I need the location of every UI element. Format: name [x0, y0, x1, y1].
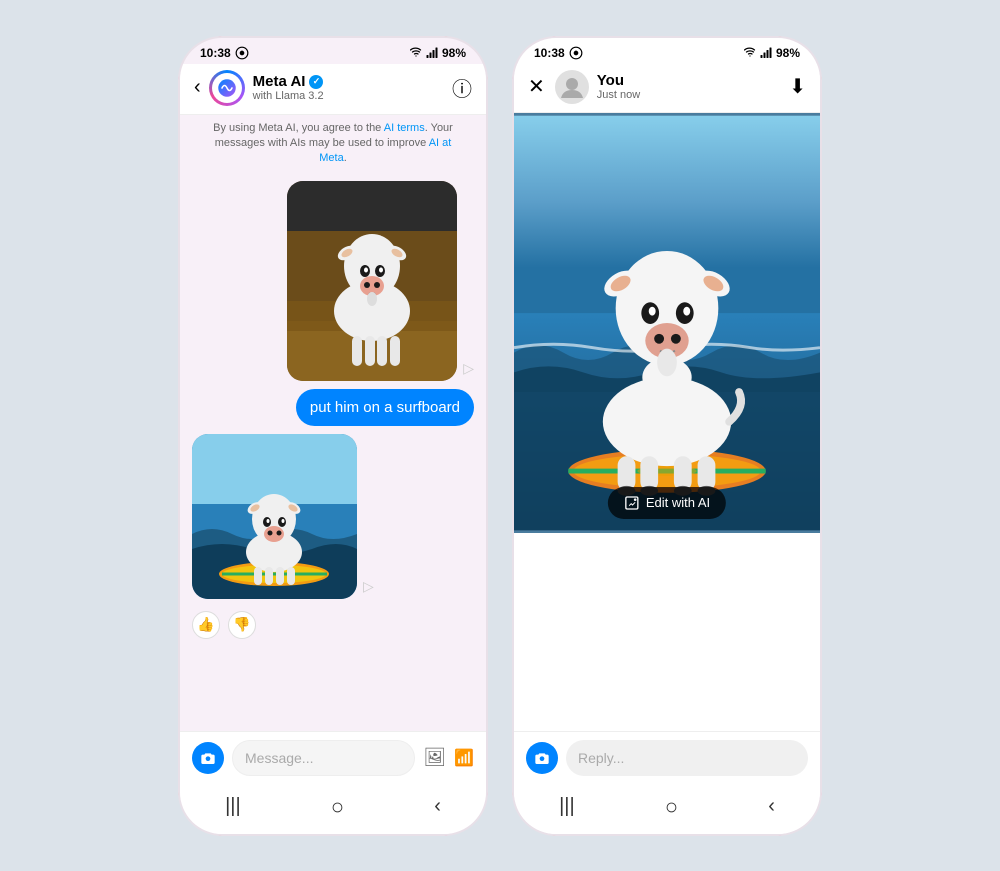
ai-terms-link[interactable]: AI terms — [384, 122, 425, 134]
back-button-1[interactable]: ‹ — [194, 76, 201, 99]
mic-icon[interactable]: 📶 — [454, 748, 474, 768]
nav-bar-1: ||| ○ ‹ — [180, 786, 486, 834]
large-goat-image: Edit with AI — [514, 113, 820, 533]
camera-icon-status-2 — [569, 46, 583, 60]
thumbs-up-btn[interactable]: 👍 — [192, 611, 220, 639]
camera-icon-status — [235, 46, 249, 60]
meta-ai-avatar — [209, 70, 245, 106]
battery-2: 98% — [776, 46, 800, 60]
input-placeholder-2: Reply... — [578, 750, 624, 766]
header-info-1: Meta AI ✓ with Llama 3.2 — [253, 73, 452, 102]
you-avatar — [555, 70, 589, 104]
close-button-2[interactable]: ✕ — [528, 74, 545, 99]
camera-button-2[interactable] — [526, 742, 558, 774]
battery-1: 98% — [442, 46, 466, 60]
name-text-2: You — [597, 72, 624, 89]
you-avatar-icon — [559, 74, 585, 100]
nav-menu-2[interactable]: ||| — [559, 795, 575, 818]
nav-home-1[interactable]: ○ — [331, 794, 344, 820]
verified-badge-1: ✓ — [309, 75, 323, 89]
info-button-1[interactable]: ⓘ — [452, 73, 472, 102]
ai-notice: By using Meta AI, you agree to the AI te… — [192, 121, 474, 173]
input-placeholder-1: Message... — [245, 750, 313, 766]
header-subtitle-1: with Llama 3.2 — [253, 90, 452, 102]
camera-icon-input-2 — [534, 750, 550, 766]
nav-home-2[interactable]: ○ — [665, 794, 678, 820]
status-bar-2: 10:38 98% — [514, 38, 820, 64]
reaction-row: 👍 👎 — [192, 607, 474, 643]
chat-body-1: By using Meta AI, you agree to the AI te… — [180, 115, 486, 731]
wifi-icon-2 — [744, 47, 756, 59]
signal-icon-2 — [760, 47, 772, 59]
status-time-2: 10:38 — [534, 46, 583, 60]
header-name-2: You — [597, 72, 789, 89]
nav-back-2[interactable]: ‹ — [768, 795, 775, 818]
header-name-1: Meta AI ✓ — [253, 73, 452, 90]
input-area-2: Reply... — [514, 731, 820, 786]
camera-button-1[interactable] — [192, 742, 224, 774]
goat-image-msg-1: ▷ — [192, 181, 474, 381]
reply-input-2[interactable]: Reply... — [566, 740, 808, 776]
send-status-1: ▷ — [463, 360, 474, 377]
phone-2-container: 10:38 98% ✕ — [512, 36, 822, 836]
goat-surfboard-image-small — [192, 434, 357, 599]
header-info-2: You Just now — [597, 72, 789, 101]
user-message-bubble: put him on a surfboard — [296, 389, 474, 426]
gallery-icon[interactable]: 🖼 — [423, 747, 446, 768]
status-time-1: 10:38 — [200, 46, 249, 60]
meta-ai-inner — [212, 73, 242, 103]
ai-meta-link[interactable]: AI at Meta — [319, 137, 451, 164]
phone-2-shell: 10:38 98% ✕ — [512, 36, 822, 836]
goat-original-image — [287, 181, 457, 381]
input-area-1: Message... 🖼 📶 — [180, 731, 486, 786]
signal-icon — [426, 47, 438, 59]
chat-header-2: ✕ You Just now ⬇ — [514, 64, 820, 113]
nav-menu-1[interactable]: ||| — [225, 795, 241, 818]
phone-1-container: 10:38 98% ‹ — [178, 36, 488, 836]
download-button-2[interactable]: ⬇ — [789, 74, 806, 99]
nav-back-1[interactable]: ‹ — [434, 795, 441, 818]
status-icons-2: 98% — [744, 46, 800, 60]
large-goat-surfboard-svg — [514, 113, 820, 533]
time-display-1: 10:38 — [200, 46, 231, 60]
chat-body-spacer-2 — [514, 533, 820, 731]
send-status-2: ▷ — [363, 578, 374, 595]
edit-ai-icon — [624, 495, 640, 511]
status-bar-1: 10:38 98% — [180, 38, 486, 64]
input-icons-1: 🖼 📶 — [423, 747, 474, 768]
message-input-1[interactable]: Message... — [232, 740, 415, 776]
time-display-2: 10:38 — [534, 46, 565, 60]
chat-header-1: ‹ Me — [180, 64, 486, 115]
meta-ai-logo — [217, 78, 237, 98]
wifi-icon — [410, 47, 422, 59]
goat-surfboard-msg: ▷ — [192, 434, 474, 599]
status-icons-1: 98% — [410, 46, 466, 60]
camera-icon-input — [200, 750, 216, 766]
name-text-1: Meta AI — [253, 73, 306, 90]
text-bubble-row: put him on a surfboard — [192, 389, 474, 426]
edit-with-ai-button[interactable]: Edit with AI — [608, 487, 726, 519]
thumbs-down-btn[interactable]: 👎 — [228, 611, 256, 639]
phone-1-shell: 10:38 98% ‹ — [178, 36, 488, 836]
edit-ai-text: Edit with AI — [646, 495, 710, 510]
header-subtitle-2: Just now — [597, 89, 789, 101]
goat-surfboard-svg — [192, 434, 357, 599]
goat-original-svg — [287, 181, 457, 381]
nav-bar-2: ||| ○ ‹ — [514, 786, 820, 834]
